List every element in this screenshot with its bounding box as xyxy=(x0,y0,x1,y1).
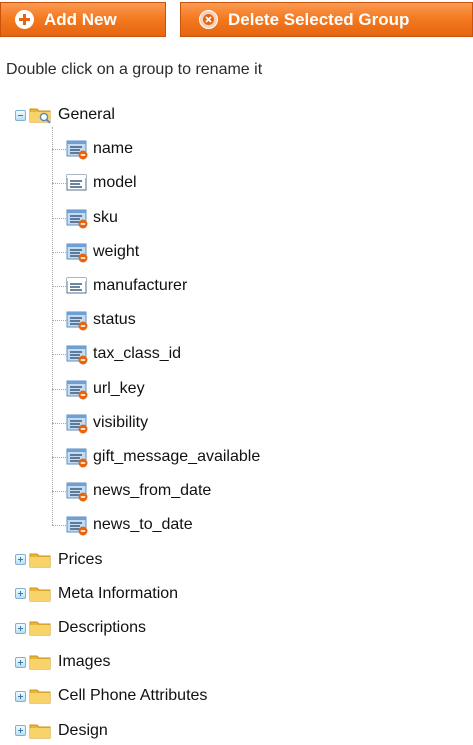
collapse-icon[interactable] xyxy=(15,109,26,121)
tree-group-prices[interactable]: Prices xyxy=(15,546,102,574)
tree-attribute-news-from-date[interactable]: news_from_date xyxy=(66,477,211,505)
tree-connector xyxy=(52,149,66,151)
tree-node-label: weight xyxy=(93,242,140,260)
tree-attribute-name[interactable]: name xyxy=(66,135,133,163)
tree-node-label: tax_class_id xyxy=(93,345,182,363)
tree-node-label: Prices xyxy=(58,550,103,568)
tree-attribute-url-key[interactable]: url_key xyxy=(66,375,145,403)
tree-attribute-model[interactable]: model xyxy=(66,169,137,197)
tree-group-cell-phone-attributes[interactable]: Cell Phone Attributes xyxy=(15,682,207,710)
folder-icon xyxy=(29,653,52,671)
tree-node-label: visibility xyxy=(93,413,149,431)
tree-connector xyxy=(52,320,66,322)
tree-group-general[interactable]: General xyxy=(15,101,115,129)
tree-node-label: model xyxy=(93,174,137,192)
attribute-required-icon xyxy=(66,514,89,536)
tree-node-label: name xyxy=(93,140,134,158)
tree-connector xyxy=(52,422,66,424)
tree-node-label: url_key xyxy=(93,379,145,397)
tree-node-label: Descriptions xyxy=(58,619,147,636)
tree-group-meta-information[interactable]: Meta Information xyxy=(15,580,178,608)
attribute-required-icon xyxy=(66,343,89,365)
attribute-required-icon xyxy=(66,241,89,263)
tree-node-label: Meta Information xyxy=(58,584,179,602)
folder-icon xyxy=(29,585,52,603)
tree-node-label: status xyxy=(93,311,136,329)
delete-selected-group-label: Delete Selected Group xyxy=(228,9,410,29)
attribute-icon xyxy=(66,172,89,194)
tree-attribute-weight[interactable]: weight xyxy=(66,238,139,266)
tree-connector xyxy=(52,183,66,185)
folder-open-icon xyxy=(29,106,52,124)
tree-attribute-status[interactable]: status xyxy=(66,306,136,334)
folder-icon xyxy=(29,687,52,705)
tree-node-label: Images xyxy=(58,653,111,671)
folder-icon xyxy=(29,722,52,740)
tree-group-images[interactable]: Images xyxy=(15,648,110,676)
tree-connector xyxy=(52,127,53,526)
tree-connector xyxy=(52,457,66,458)
tree-attribute-manufacturer[interactable]: manufacturer xyxy=(66,272,187,300)
tree-node-label: gift_message_available xyxy=(93,448,261,465)
tree-attribute-visibility[interactable]: visibility xyxy=(66,409,148,437)
add-new-label: Add New xyxy=(44,9,117,29)
rename-hint: Double click on a group to rename it xyxy=(6,61,263,78)
attribute-required-icon xyxy=(66,446,89,468)
plus-icon xyxy=(15,10,34,29)
tree-attribute-tax-class-id[interactable]: tax_class_id xyxy=(66,340,181,368)
expand-icon[interactable] xyxy=(15,554,26,566)
tree-node-label: sku xyxy=(93,208,118,226)
attribute-required-icon xyxy=(66,378,89,400)
tree-node-label: General xyxy=(58,106,115,123)
expand-icon[interactable] xyxy=(15,622,26,634)
folder-icon xyxy=(29,551,52,569)
expand-icon[interactable] xyxy=(15,725,26,737)
add-new-button[interactable]: Add New xyxy=(0,2,166,37)
tree-node-label: news_to_date xyxy=(93,516,193,534)
delete-selected-group-button[interactable]: Delete Selected Group xyxy=(180,2,473,37)
attribute-required-icon xyxy=(66,207,89,229)
tree-node-label: manufacturer xyxy=(93,277,188,294)
tree-connector xyxy=(52,491,66,493)
tree-node-label: Design xyxy=(58,721,108,739)
tree-connector xyxy=(52,388,66,390)
attribute-required-icon xyxy=(66,412,89,434)
delete-icon xyxy=(199,10,218,29)
tree-group-descriptions[interactable]: Descriptions xyxy=(15,614,146,642)
attribute-required-icon xyxy=(66,138,89,160)
attribute-icon xyxy=(66,275,89,297)
tree-connector xyxy=(52,217,66,219)
tree-node-label: news_from_date xyxy=(93,482,212,500)
expand-icon[interactable] xyxy=(15,656,26,668)
tree-connector xyxy=(52,354,66,356)
attribute-required-icon xyxy=(66,480,89,502)
attribute-required-icon xyxy=(66,309,89,331)
tree-attribute-gift-message-available[interactable]: gift_message_available xyxy=(66,443,260,471)
tree-group-design[interactable]: Design xyxy=(15,717,108,745)
expand-icon[interactable] xyxy=(15,690,26,702)
tree-connector xyxy=(52,525,66,527)
tree-connector xyxy=(52,251,66,253)
expand-icon[interactable] xyxy=(15,588,26,600)
tree-attribute-news-to-date[interactable]: news_to_date xyxy=(66,511,193,539)
tree-node-label: Cell Phone Attributes xyxy=(58,687,208,705)
toolbar: Add New Delete Selected Group xyxy=(0,0,473,44)
folder-icon xyxy=(29,619,52,637)
tree-connector xyxy=(52,286,66,287)
tree-attribute-sku[interactable]: sku xyxy=(66,204,118,232)
